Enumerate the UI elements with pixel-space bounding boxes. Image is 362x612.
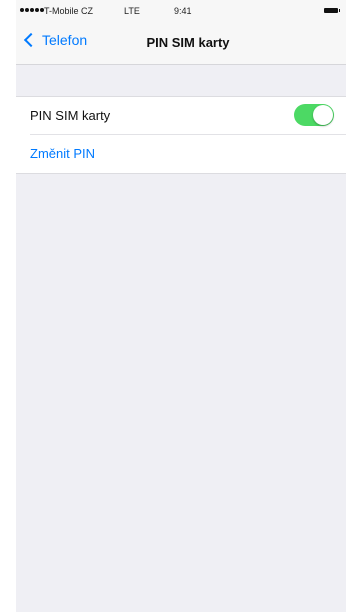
pin-toggle-switch[interactable] [294, 104, 334, 126]
battery-icon [324, 8, 340, 13]
status-time: 9:41 [174, 6, 192, 16]
pin-toggle-label: PIN SIM karty [30, 108, 111, 123]
change-pin-link[interactable]: Změnit PIN [30, 146, 95, 161]
signal-dots-icon [20, 8, 44, 12]
status-bar: T-Mobile CZ LTE 9:41 [16, 0, 346, 24]
carrier-name: T-Mobile CZ [44, 6, 94, 16]
settings-group: PIN SIM karty Změnit PIN [16, 96, 346, 174]
page-title: PIN SIM karty [146, 35, 230, 50]
network-type: LTE [124, 6, 140, 16]
toggle-knob [313, 105, 333, 125]
change-pin-row[interactable]: Změnit PIN [16, 135, 346, 173]
pin-toggle-row: PIN SIM karty [16, 97, 346, 135]
navigation-bar: Telefon PIN SIM karty [16, 24, 346, 65]
phone-screen: T-Mobile CZ LTE 9:41 Telefon PIN SIM kar… [16, 0, 346, 612]
